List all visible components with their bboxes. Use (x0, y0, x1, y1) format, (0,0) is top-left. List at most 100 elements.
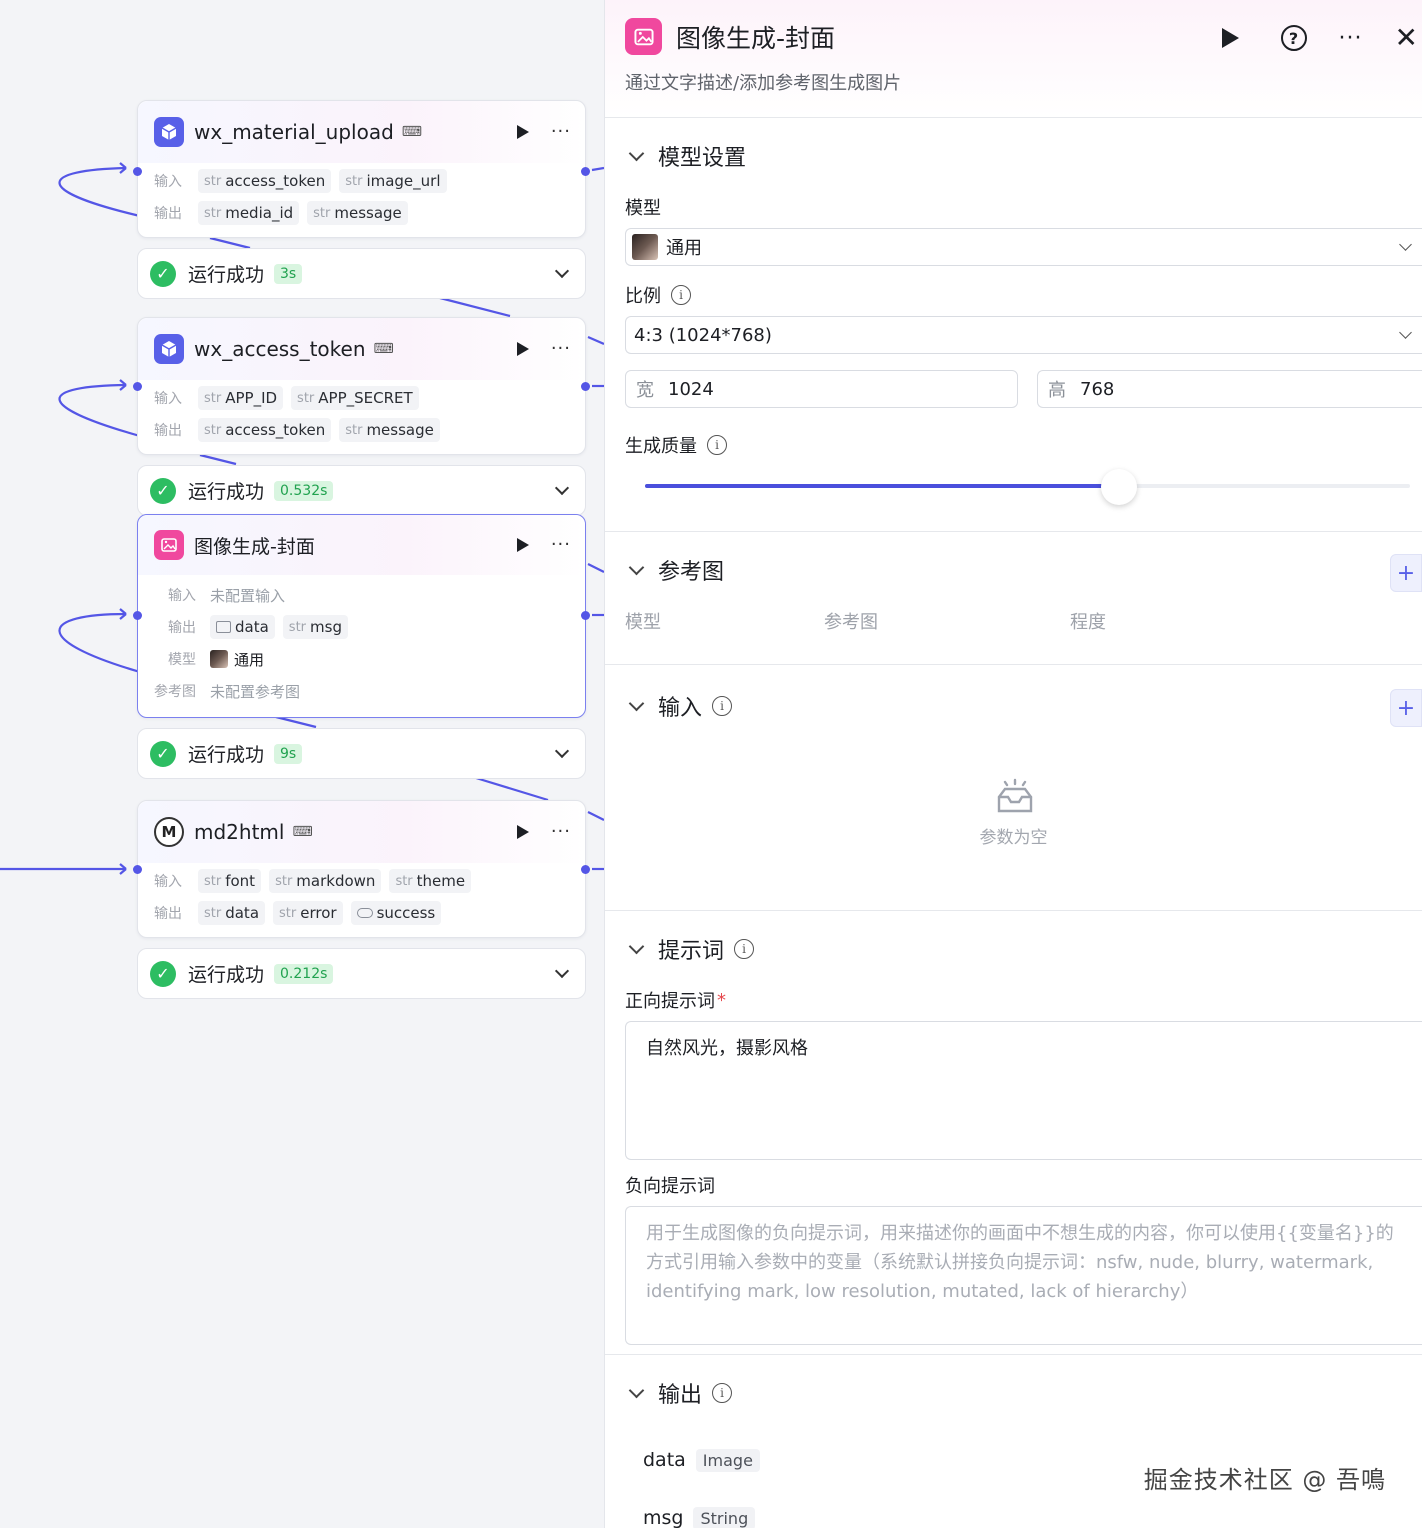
quality-slider[interactable] (645, 466, 1422, 506)
param-pill: str access_token (198, 169, 332, 193)
edge-seg-1 (209, 236, 251, 250)
more-options-button[interactable]: ··· (551, 123, 571, 141)
run-node-button[interactable] (516, 538, 529, 552)
run-node-button[interactable] (516, 342, 529, 356)
chevron-down-icon[interactable] (628, 145, 645, 161)
inputs-label: 输入 (154, 174, 182, 190)
inputs-label: 输入 (154, 874, 182, 890)
panel-header: 图像生成-封面 ? ··· ✕ 通过文字描述/添加参考图生成图片 (605, 0, 1422, 118)
node-image-generation[interactable]: 图像生成-封面 ··· 输入 未配置输入 输出 data str msg 模型 通… (133, 514, 590, 718)
image-type-icon (216, 621, 231, 633)
run-button[interactable] (1221, 28, 1239, 48)
output-port[interactable] (581, 167, 590, 176)
watermark: 掘金技术社区 @ 吾鳴 (1143, 1466, 1386, 1494)
more-options-button[interactable]: ··· (551, 340, 571, 358)
node-title: 图像生成-封面 (194, 535, 315, 558)
node-header: 图像生成-封面 ··· (138, 515, 585, 575)
section-header[interactable]: 输入 i (625, 665, 1422, 747)
chevron-down-icon[interactable] (628, 1382, 645, 1398)
negative-prompt-input[interactable]: 用于生成图像的负向提示词，用来描述你的画面中不想生成的内容，你可以使用{{变量名… (625, 1206, 1422, 1345)
duration-badge: 3s (274, 263, 303, 284)
edge-seg-4 (275, 715, 317, 729)
chevron-down-icon[interactable] (628, 938, 645, 954)
node-wx-material-upload[interactable]: wx_material_upload ⌨ ··· 输入 str access_to… (133, 100, 590, 238)
param-pill: str font (198, 869, 262, 893)
ratio-label: 比例 (625, 286, 661, 307)
close-icon[interactable]: ✕ (1395, 24, 1418, 52)
model-value: 通用 (234, 650, 265, 669)
chevron-down-icon[interactable] (554, 963, 570, 979)
chevron-down-icon[interactable] (554, 743, 570, 759)
inputs-row: 输入 未配置输入 (154, 579, 569, 611)
output-port[interactable] (581, 611, 590, 620)
ratio-select[interactable]: 4:3 (1024*768) (625, 316, 1422, 354)
chevron-down-icon[interactable] (554, 263, 570, 279)
run-node-button[interactable] (516, 125, 529, 139)
check-circle-icon: ✓ (150, 740, 176, 767)
section-header[interactable]: 提示词 i (625, 911, 1422, 987)
node-title: wx_material_upload (194, 120, 394, 144)
edge-out-6 (587, 811, 604, 821)
width-input[interactable]: 宽 1024 (625, 370, 1018, 408)
input-port[interactable] (133, 611, 142, 620)
check-circle-icon: ✓ (150, 477, 176, 504)
input-section: 输入 i + 参数为空 (605, 665, 1422, 911)
section-header[interactable]: 输出 i (625, 1355, 1422, 1431)
chevron-down-icon[interactable] (628, 695, 645, 711)
slider-fill (645, 484, 1120, 488)
node-md2html[interactable]: M md2html ⌨ ··· 输入 str font str markdown s… (133, 800, 590, 938)
run-status-bar[interactable]: ✓ 运行成功 0.532s (137, 465, 586, 516)
slider-handle[interactable] (1101, 469, 1138, 505)
run-status-bar[interactable]: ✓ 运行成功 9s (137, 728, 586, 779)
run-node-button[interactable] (516, 825, 529, 839)
node-title: wx_access_token (194, 337, 366, 361)
workflow-canvas[interactable]: wx_material_upload ⌨ ··· 输入 str access_to… (0, 0, 604, 1528)
run-status-bar[interactable]: ✓ 运行成功 3s (137, 248, 586, 299)
check-circle-icon: ✓ (150, 260, 176, 287)
add-reference-button[interactable]: + (1390, 554, 1422, 592)
section-header[interactable]: 模型设置 (625, 118, 1422, 194)
info-icon[interactable]: i (712, 1383, 733, 1403)
section-title: 提示词 (658, 939, 725, 964)
run-status-bar[interactable]: ✓ 运行成功 0.212s (137, 948, 586, 999)
more-options-button[interactable]: ··· (1339, 26, 1363, 51)
chevron-down-icon (1399, 326, 1412, 339)
node-header: wx_access_token ⌨ ··· (138, 318, 585, 380)
add-input-button[interactable]: + (1390, 689, 1422, 727)
output-port[interactable] (581, 865, 590, 874)
height-input[interactable]: 高 768 (1037, 370, 1422, 408)
input-port[interactable] (133, 382, 142, 391)
status-text: 运行成功 (188, 744, 265, 766)
info-icon[interactable]: i (712, 696, 733, 716)
chevron-down-icon[interactable] (554, 480, 570, 496)
param-pill: str error (273, 901, 343, 925)
outputs-row: 输出 str access_token str message (154, 414, 569, 446)
node-wx-access-token[interactable]: wx_access_token ⌨ ··· 输入 str APP_ID str AP… (133, 317, 590, 455)
info-icon[interactable]: i (707, 435, 727, 455)
positive-prompt-label: 正向提示词 (625, 991, 715, 1012)
info-icon[interactable]: i (734, 939, 755, 959)
info-icon[interactable]: i (671, 285, 691, 305)
input-port[interactable] (133, 167, 142, 176)
output-port[interactable] (581, 382, 590, 391)
positive-prompt-input[interactable]: 自然风光，摄影风格 (625, 1021, 1422, 1160)
param-pill: str APP_SECRET (291, 386, 419, 410)
model-select[interactable]: 通用 (625, 228, 1422, 266)
slider-track[interactable] (645, 469, 1410, 505)
more-options-button[interactable]: ··· (551, 823, 571, 841)
param-pill: str image_url (339, 169, 447, 193)
duration-badge: 0.532s (274, 480, 334, 501)
input-port[interactable] (133, 865, 142, 874)
outputs-row: 输出 str data str error success (154, 897, 569, 929)
edge-seg-2 (439, 296, 511, 318)
section-header[interactable]: 参考图 (625, 532, 1422, 608)
quality-label-row: 生成质量 i (625, 432, 1422, 458)
column-header: 程度 (1070, 612, 1106, 633)
plugin-icon: ⌨ (401, 124, 423, 140)
inputs-row: 输入 str APP_ID str APP_SECRET (154, 382, 569, 414)
param-pill: str message (339, 418, 440, 442)
chevron-down-icon[interactable] (628, 559, 645, 575)
dimensions-row: 宽 1024 高 768 (625, 370, 1422, 408)
help-icon[interactable]: ? (1280, 25, 1307, 51)
more-options-button[interactable]: ··· (551, 536, 571, 554)
